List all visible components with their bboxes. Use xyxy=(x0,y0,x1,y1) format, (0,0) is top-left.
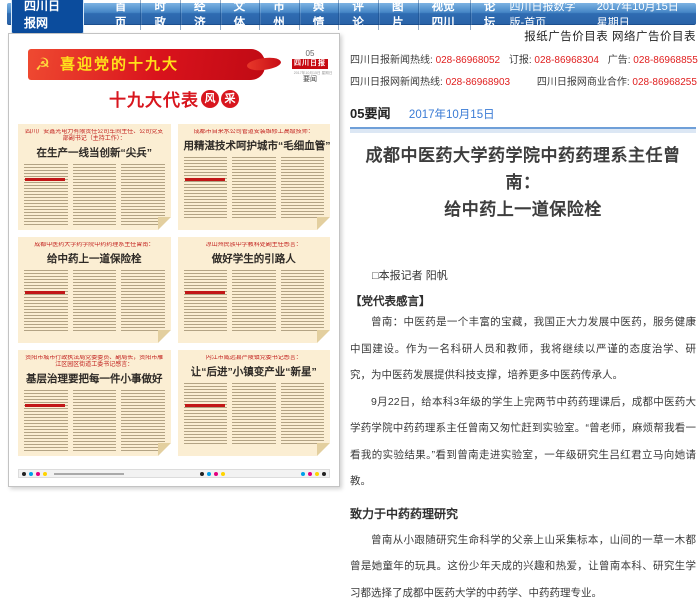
site-logo[interactable]: 四川日报网 xyxy=(11,0,84,34)
paper-article-box: 四川广安鑫光电力有限责任公司车间主任、公司党支部副书记（主持工作）： 在生产一线… xyxy=(18,124,171,230)
article-headline: 做好学生的引路人 xyxy=(184,251,325,266)
page-number: 05 xyxy=(292,50,328,58)
section-header-bar: 05要闻 2017年10月15日 xyxy=(350,103,696,129)
registration-mark-icon xyxy=(22,472,26,476)
hotline-row-2: 四川日报网新闻热线: 028-86968903 四川日报网商业合作: 028-8… xyxy=(350,73,696,88)
top-navbar: 四川日报网 首页 时政 经济 文体 市州 舆情 评论 图片 视觉四川 论坛 四川… xyxy=(7,3,696,25)
page-fold-corner xyxy=(317,217,330,230)
paper-article-box: 成都中医药大学药学院中药药理系主任曾南： 给中药上一道保险栓 xyxy=(18,237,171,343)
article-headline: 给中药上一道保险栓 xyxy=(24,251,165,266)
series-title: 十九大代表 xyxy=(109,91,199,110)
paper-article-box: 成都市自来水公司管道安装维修工高级技师： 用精湛技术呵护城市“毛细血管” xyxy=(178,124,331,230)
nav-item-culture[interactable]: 文体 xyxy=(221,0,261,30)
hotline-number: 028-86968304 xyxy=(534,55,599,66)
navbar-date: 2017年10月15日 星期日 xyxy=(597,0,688,30)
paper-article-box: 资阳市城市行政执法局党委委员、副局长，资阳市雁江区园区街道工委书记感言： 基层治… xyxy=(18,350,171,456)
print-registration-strip xyxy=(18,469,330,478)
hotline-row-1: 四川日报新闻热线: 028-86968052 订报: 028-86968304 … xyxy=(350,51,696,66)
article-tag: 【党代表感言】 xyxy=(350,293,696,309)
article-eyebrow: 成都市自来水公司管道安装维修工高级技师： xyxy=(184,129,325,136)
ad-price-links: 报纸广告价目表 网络广告价目表 xyxy=(350,28,696,44)
hotline-label: 四川日报网商业合作: xyxy=(537,77,633,88)
article-subheading: 致力于中药药理研究 xyxy=(350,501,696,527)
masthead-logo: 四川日报 xyxy=(292,59,328,69)
hotline-label: 订报: xyxy=(509,55,535,66)
hotline-label: 广告: xyxy=(608,55,634,66)
newspaper-page-thumbnail[interactable]: ☭ 喜迎党的十九大 05 四川日报 2017年10月15日 星期日 要闻 十九大… xyxy=(8,33,340,487)
article-paragraph: 曾南从小跟随研究生命科学的父亲上山采集标本，山间的一草一木都曾是她童年的玩具。这… xyxy=(350,527,696,606)
article-title-line1: 成都中医药大学药学院中药药理系主任曾南： xyxy=(350,142,696,196)
article-eyebrow: 凉山州民族中学教科处副主任感言： xyxy=(184,242,325,249)
article-eyebrow: 资阳市城市行政执法局党委委员、副局长，资阳市雁江区园区街道工委书记感言： xyxy=(24,355,165,369)
article-eyebrow: 内江市威远县严陵镇党委书记感言： xyxy=(184,355,325,362)
nav-item-politics[interactable]: 时政 xyxy=(141,0,181,30)
party-emblem-icon: ☭ xyxy=(35,53,50,77)
article-paragraph: 9月22日，给本科3年级的学生上完两节中药药理课后，成都中医药大学药学院中药药理… xyxy=(350,389,696,495)
paper-ad-price-link[interactable]: 报纸广告价目表 xyxy=(524,31,608,43)
hotline-label: 四川日报网新闻热线: xyxy=(350,77,446,88)
article-eyebrow: 成都中医药大学药学院中药药理系主任曾南： xyxy=(24,242,165,249)
masthead-section: 要闻 xyxy=(292,75,328,84)
series-badge-1: 风 xyxy=(201,90,219,108)
nav-item-comment[interactable]: 评论 xyxy=(339,0,379,30)
masthead-date: 2017年10月15日 星期日 xyxy=(294,70,326,75)
article-headline: 让“后进”小镇变产业“新星” xyxy=(184,364,325,379)
page-fold-corner xyxy=(158,330,171,343)
paper-article-box: 内江市威远县严陵镇党委书记感言： 让“后进”小镇变产业“新星” xyxy=(178,350,331,456)
article-eyebrow: 四川广安鑫光电力有限责任公司车间主任、公司党支部副书记（主持工作）： xyxy=(24,129,165,143)
nav-item-photos[interactable]: 图片 xyxy=(379,0,419,30)
series-badge-2: 采 xyxy=(221,90,239,108)
nav-item-opinion[interactable]: 舆情 xyxy=(300,0,340,30)
article-headline: 基层治理要把每一件小事做好 xyxy=(24,371,165,386)
page-fold-corner xyxy=(317,330,330,343)
section-name[interactable]: 05要闻 xyxy=(350,106,390,121)
article-paragraph: 曾南：中医药是一个丰富的宝藏，我国正大力发展中医药，服务健康中国建设。作为一名科… xyxy=(350,309,696,389)
nav-item-home[interactable]: 首页 xyxy=(102,0,142,30)
nav-item-cities[interactable]: 市州 xyxy=(260,0,300,30)
paper-masthead: 05 四川日报 2017年10月15日 星期日 要闻 xyxy=(292,50,328,84)
digital-edition-link[interactable]: 四川日报数字版-首页 xyxy=(509,0,588,30)
article-title: 成都中医药大学药学院中药药理系主任曾南： 给中药上一道保险栓 xyxy=(350,142,696,223)
hotline-number: 028-86968052 xyxy=(436,55,501,66)
main-nav: 首页 时政 经济 文体 市州 舆情 评论 图片 视觉四川 论坛 xyxy=(102,0,510,30)
article-headline: 用精湛技术呵护城市“毛细血管” xyxy=(184,138,325,153)
article-column: 报纸广告价目表 网络广告价目表 四川日报新闻热线: 028-86968052 订… xyxy=(350,28,696,606)
party-congress-banner: ☭ 喜迎党的十九大 05 四川日报 2017年10月15日 星期日 要闻 xyxy=(20,48,328,84)
page-fold-corner xyxy=(317,443,330,456)
article-byline: □本报记者 阳帆 xyxy=(350,267,696,283)
page-fold-corner xyxy=(158,217,171,230)
hotline-number: 028-86968903 xyxy=(446,77,511,88)
paper-article-box: 凉山州民族中学教科处副主任感言： 做好学生的引路人 xyxy=(178,237,331,343)
banner-ribbon: ☭ 喜迎党的十九大 xyxy=(28,49,265,80)
section-date: 2017年10月15日 xyxy=(409,109,495,121)
web-ad-price-link[interactable]: 网络广告价目表 xyxy=(612,31,696,43)
hotline-label: 四川日报新闻热线: xyxy=(350,55,436,66)
nav-item-forum[interactable]: 论坛 xyxy=(471,0,510,30)
page-fold-corner xyxy=(158,443,171,456)
hotline-number: 028-86968855 xyxy=(633,55,698,66)
article-title-line2: 给中药上一道保险栓 xyxy=(350,196,696,223)
series-title-row: 十九大代表风采 xyxy=(9,86,339,111)
paper-article-grid: 四川广安鑫光电力有限责任公司车间主任、公司党支部副书记（主持工作）： 在生产一线… xyxy=(18,124,330,456)
banner-slogan: 喜迎党的十九大 xyxy=(60,49,179,80)
hotline-number: 028-86968255 xyxy=(632,77,697,88)
nav-item-economy[interactable]: 经济 xyxy=(181,0,221,30)
article-headline: 在生产一线当创新“尖兵” xyxy=(24,145,165,160)
nav-item-visual[interactable]: 视觉四川 xyxy=(419,0,471,30)
